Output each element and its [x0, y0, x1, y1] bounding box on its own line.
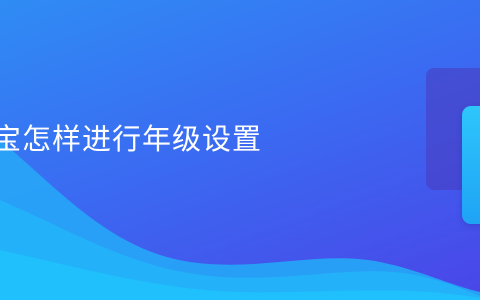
- banner-title: 宝怎样进行年级设置: [0, 122, 263, 156]
- article-banner: 宝怎样进行年级设置: [0, 0, 480, 300]
- decorative-card-front: [462, 106, 480, 224]
